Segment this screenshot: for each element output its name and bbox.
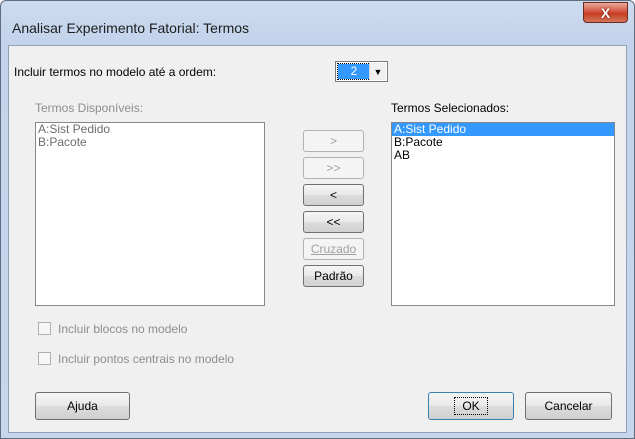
dialog-window: Analisar Experimento Fatorial: Termos X … <box>0 0 635 439</box>
close-button[interactable]: X <box>583 2 628 23</box>
title-bar[interactable]: Analisar Experimento Fatorial: Termos X <box>1 1 634 45</box>
include-center-points-checkbox[interactable] <box>38 352 51 365</box>
available-terms-list[interactable]: A:Sist Pedido B:Pacote <box>35 122 265 306</box>
list-item[interactable]: B:Pacote <box>392 136 614 149</box>
include-center-points-label: Incluir pontos centrais no modelo <box>58 352 235 366</box>
crossed-button-label: Cruzado <box>310 242 357 256</box>
dialog-body: Incluir termos no modelo até a ordem: 2 … <box>8 45 627 433</box>
chevron-down-icon[interactable]: ▼ <box>369 63 386 80</box>
order-label: Incluir termos no modelo até a ordem: <box>14 65 217 79</box>
window-title: Analisar Experimento Fatorial: Termos <box>12 20 250 36</box>
remove-term-button[interactable]: < <box>303 184 364 206</box>
ok-button[interactable]: OK <box>428 392 514 420</box>
order-value: 2 <box>337 63 371 80</box>
available-terms-label: Termos Disponíveis: <box>35 101 144 115</box>
selected-terms-label: Termos Selecionados: <box>391 101 510 115</box>
close-icon: X <box>600 4 611 21</box>
include-blocks-label: Incluir blocos no modelo <box>58 322 188 336</box>
help-button[interactable]: Ajuda <box>35 392 130 420</box>
add-term-button[interactable]: > <box>303 130 364 152</box>
ok-button-label: OK <box>454 397 488 415</box>
list-item[interactable]: B:Pacote <box>36 136 264 149</box>
cancel-button[interactable]: Cancelar <box>525 392 612 420</box>
remove-all-terms-button[interactable]: << <box>303 211 364 233</box>
selected-terms-list[interactable]: A:Sist Pedido B:Pacote AB <box>391 122 615 306</box>
list-item[interactable]: AB <box>392 149 614 162</box>
crossed-button[interactable]: Cruzado <box>303 238 364 260</box>
order-select[interactable]: 2 ▼ <box>335 61 388 82</box>
default-button[interactable]: Padrão <box>303 265 364 287</box>
add-all-terms-button[interactable]: >> <box>303 157 364 179</box>
include-blocks-checkbox[interactable] <box>38 322 51 335</box>
